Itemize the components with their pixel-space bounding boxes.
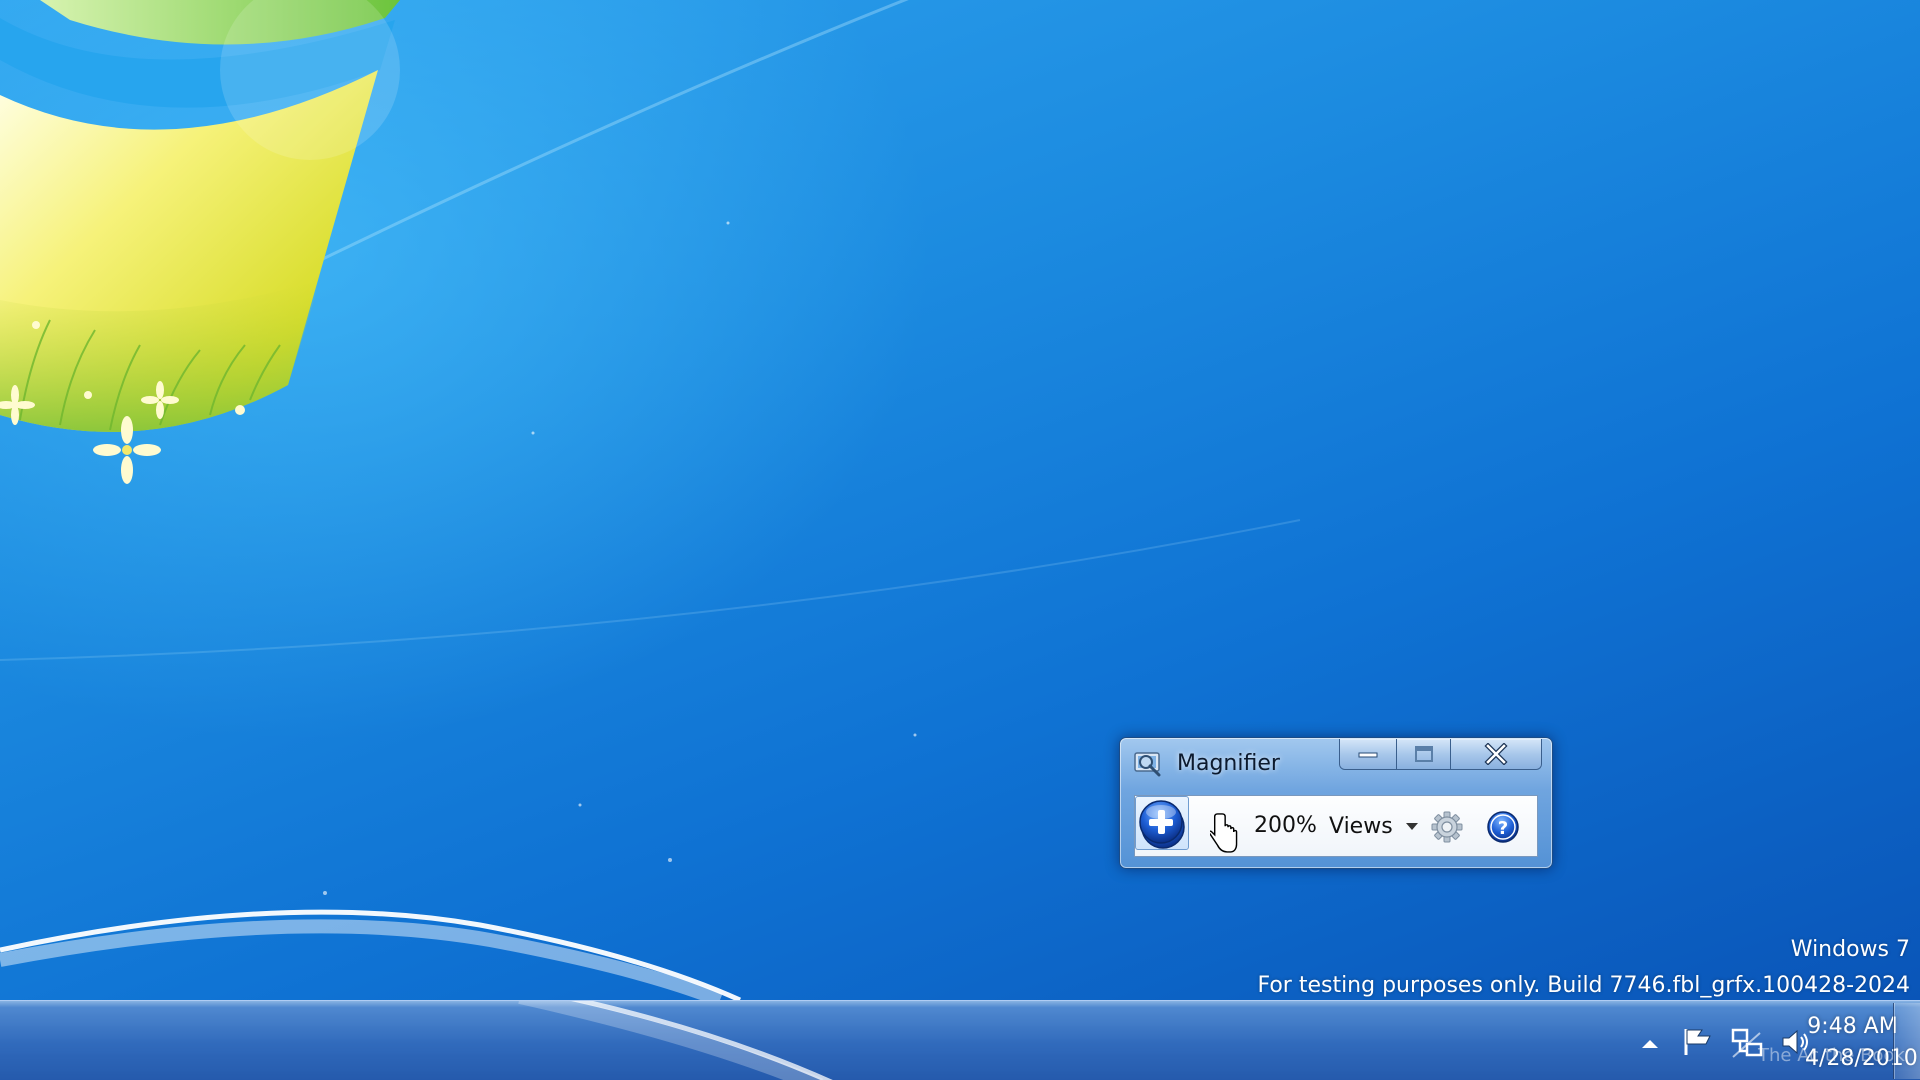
window-title: Magnifier: [1177, 751, 1280, 776]
hand-cursor-icon: [1210, 813, 1238, 853]
flag-icon[interactable]: [1680, 1027, 1714, 1057]
build-watermark: Windows 7 For testing purposes only. Bui…: [1257, 932, 1910, 1000]
help-button[interactable]: ?: [1485, 809, 1521, 845]
views-label: Views: [1329, 813, 1393, 839]
minimize-button[interactable]: [1340, 739, 1397, 769]
close-icon: [1484, 743, 1508, 765]
show-desktop-button[interactable]: [1893, 1003, 1920, 1079]
magnifier-titlebar[interactable]: Magnifier: [1120, 738, 1552, 778]
chevron-down-icon: [1405, 823, 1418, 830]
watermark-build-info: For testing purposes only. Build 7746.fb…: [1257, 973, 1910, 998]
notification-area: 9:48 AM 4/28/2010 The Ac the Book: [1500, 1001, 1920, 1080]
views-menu[interactable]: Views: [1325, 809, 1423, 843]
close-button[interactable]: [1451, 739, 1541, 769]
zoom-in-button[interactable]: [1135, 796, 1189, 850]
options-button[interactable]: [1429, 809, 1465, 845]
tray-watermark-text: The Ac the Book: [1758, 1045, 1905, 1066]
caption-buttons: [1339, 739, 1542, 770]
svg-text:?: ?: [1498, 818, 1508, 839]
magnifier-app-icon: [1134, 752, 1161, 777]
clock-time: 9:48 AM: [1807, 1014, 1898, 1039]
wallpaper-windows-logo: [0, 0, 1301, 1000]
plus-icon: [1139, 800, 1183, 844]
minimize-icon: [1358, 752, 1378, 758]
maximize-button[interactable]: [1397, 739, 1451, 769]
maximize-icon: [1414, 746, 1433, 762]
taskbar: 9:48 AM 4/28/2010 The Ac the Book: [0, 1000, 1920, 1080]
help-icon: ?: [1487, 811, 1519, 843]
magnifier-toolbar: 200% Views ?: [1134, 795, 1538, 857]
chevron-up-icon[interactable]: [1638, 1037, 1662, 1051]
gear-icon: [1431, 811, 1463, 843]
watermark-os-name: Windows 7: [1790, 937, 1910, 962]
desktop: Windows 7 For testing purposes only. Bui…: [0, 0, 1920, 1000]
magnifier-window[interactable]: Magnifier 200% Views ?: [1119, 737, 1553, 869]
zoom-level: 200%: [1254, 813, 1317, 838]
